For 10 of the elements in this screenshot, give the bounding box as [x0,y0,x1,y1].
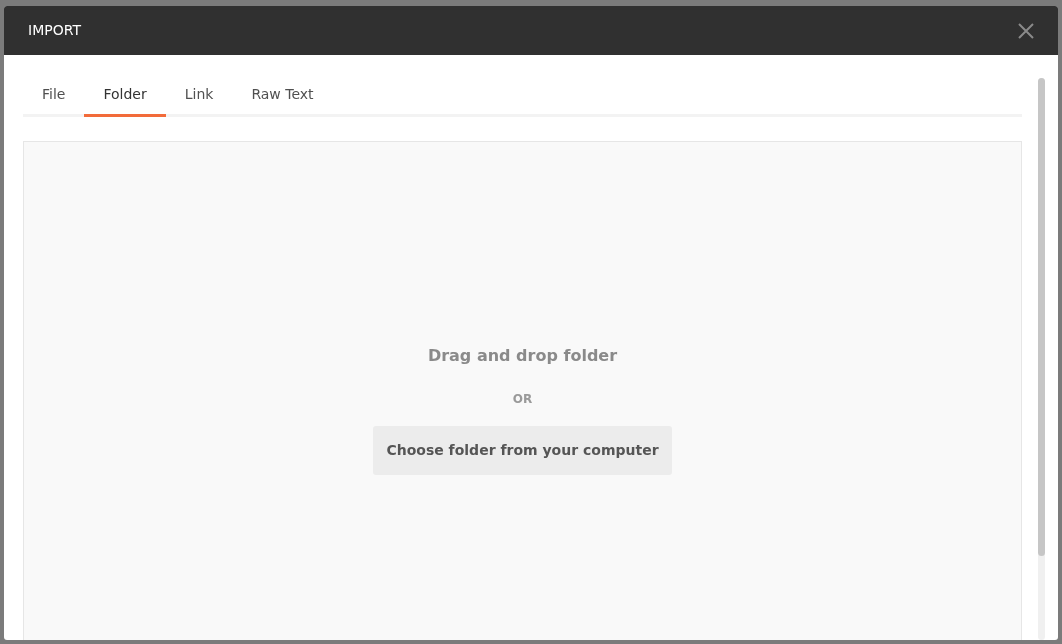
tab[interactable]: Folder [84,78,166,117]
tab[interactable]: File [23,78,85,117]
tab[interactable]: Link [165,78,233,117]
or-separator: OR [512,390,533,408]
choose-folder-button[interactable]: Choose folder from your computer [373,425,672,475]
dialog-title: IMPORT [28,21,81,40]
drop-zone[interactable]: Drag and drop folder OR Choose folder from your computer [23,141,1022,640]
tab[interactable]: Raw Text [232,78,333,117]
drop-heading: Drag and drop folder [427,344,618,367]
close-button[interactable] [1018,22,1034,39]
